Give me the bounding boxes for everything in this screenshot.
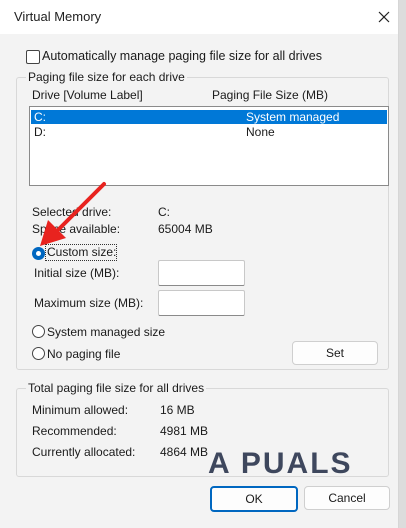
set-button[interactable]: Set — [292, 341, 378, 365]
drive-letter: C: — [34, 110, 46, 124]
column-header-drive: Drive [Volume Label] — [32, 88, 143, 102]
no-paging-radio[interactable] — [32, 347, 45, 360]
auto-manage-label[interactable]: Automatically manage paging file size fo… — [42, 49, 322, 63]
column-header-size: Paging File Size (MB) — [212, 88, 329, 102]
space-available-value: 65004 MB — [158, 222, 213, 236]
window-title: Virtual Memory — [14, 9, 102, 24]
maximum-size-input[interactable] — [158, 290, 245, 316]
virtual-memory-dialog: Virtual Memory Automatically manage pagi… — [0, 0, 399, 528]
drives-group-title: Paging file size for each drive — [26, 70, 187, 84]
selected-drive-value: C: — [158, 205, 170, 219]
drive-paging-size: None — [246, 125, 275, 139]
ok-button[interactable]: OK — [210, 486, 298, 512]
no-paging-label[interactable]: No paging file — [47, 347, 120, 361]
close-icon — [378, 11, 390, 23]
cancel-button[interactable]: Cancel — [304, 486, 390, 510]
system-managed-radio[interactable] — [32, 325, 45, 338]
title-bar: Virtual Memory — [0, 0, 398, 34]
recommended-value: 4981 MB — [160, 424, 209, 438]
minimum-allowed-label: Minimum allowed: — [32, 403, 129, 417]
drive-list[interactable]: C: System managed D: None — [29, 106, 389, 186]
watermark-logo: A PUALS — [208, 447, 353, 480]
currently-allocated-label: Currently allocated: — [32, 445, 136, 459]
recommended-label: Recommended: — [32, 424, 117, 438]
drive-row-d[interactable]: D: None — [31, 125, 387, 139]
maximum-size-label: Maximum size (MB): — [34, 296, 144, 310]
minimum-allowed-value: 16 MB — [160, 403, 195, 417]
close-button[interactable] — [370, 4, 398, 30]
ok-button-label: OK — [245, 492, 263, 506]
initial-size-label: Initial size (MB): — [34, 266, 120, 280]
currently-allocated-value: 4864 MB — [160, 445, 209, 459]
system-managed-label[interactable]: System managed size — [47, 325, 165, 339]
totals-group-title: Total paging file size for all drives — [26, 381, 207, 395]
auto-manage-checkbox[interactable] — [26, 50, 40, 64]
set-button-label: Set — [325, 346, 344, 360]
drive-letter: D: — [34, 125, 46, 139]
custom-size-radio[interactable] — [32, 247, 45, 260]
cancel-button-label: Cancel — [328, 491, 366, 505]
drive-paging-size: System managed — [246, 110, 340, 124]
background-window-edge — [399, 0, 406, 528]
initial-size-input[interactable] — [158, 260, 245, 286]
annotation-arrow-icon — [40, 182, 106, 246]
drive-row-c[interactable]: C: System managed — [31, 110, 387, 124]
